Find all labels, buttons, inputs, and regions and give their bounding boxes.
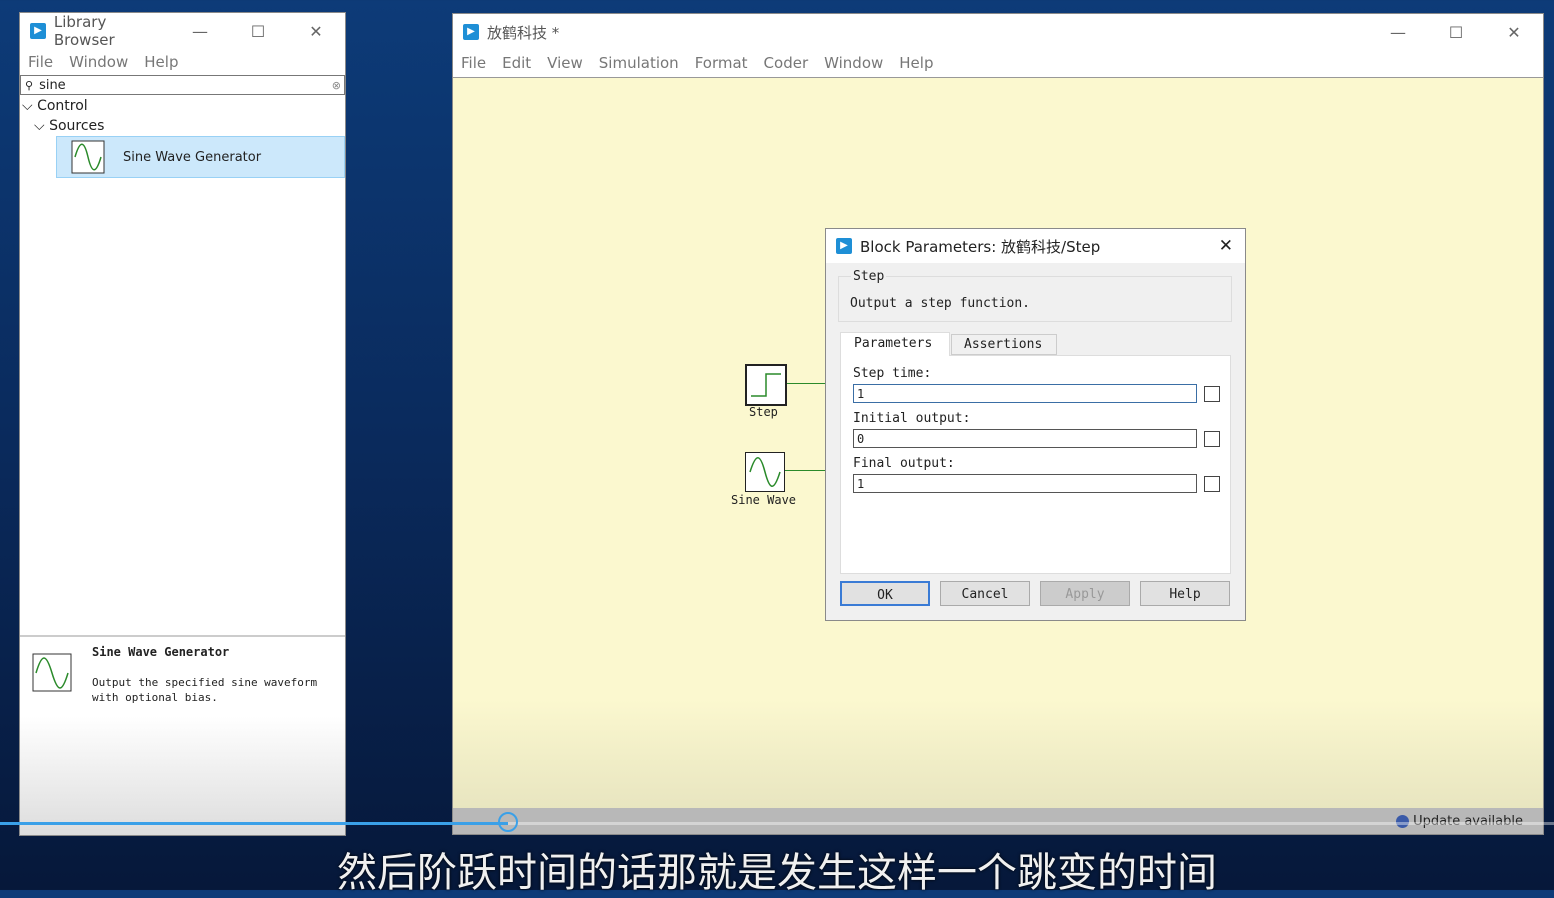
menu-window[interactable]: Window xyxy=(69,53,128,71)
apply-button[interactable]: Apply xyxy=(1040,581,1130,606)
tree-control[interactable]: ⌵ Control xyxy=(20,95,345,114)
step-time-label: Step time: xyxy=(853,366,932,381)
initial-output-checkbox[interactable] xyxy=(1204,431,1220,447)
parameters-panel: Step time: 1 Initial output: 0 Final out… xyxy=(840,355,1231,574)
final-output-label: Final output: xyxy=(853,456,955,471)
step-label: Step xyxy=(749,405,778,419)
step-icon xyxy=(751,373,781,397)
menu-simulation[interactable]: Simulation xyxy=(599,54,679,72)
step-signal-line xyxy=(787,383,827,384)
library-title: Library Browser xyxy=(53,13,115,49)
tab-assertions[interactable]: Assertions xyxy=(951,334,1057,355)
block-description: Output a step function. xyxy=(850,296,1031,311)
library-title-bar: ▶ Library Browser — ☐ ✕ xyxy=(20,13,345,49)
simulink-logo-icon: ▶ xyxy=(836,238,852,254)
menu-edit[interactable]: Edit xyxy=(502,54,531,72)
ok-button[interactable]: OK xyxy=(840,581,930,606)
search-input[interactable]: ⚲ sine ⊗ xyxy=(20,75,345,95)
minimize-icon[interactable]: — xyxy=(1369,23,1427,42)
final-output-checkbox[interactable] xyxy=(1204,476,1220,492)
model-title: 放鹤科技 * xyxy=(487,23,560,42)
help-button[interactable]: Help xyxy=(1140,581,1230,606)
clear-icon[interactable]: ⊗ xyxy=(332,79,341,92)
minimize-icon[interactable]: — xyxy=(171,22,229,41)
library-menu: File Window Help xyxy=(20,49,345,75)
menu-coder[interactable]: Coder xyxy=(764,54,809,72)
close-icon[interactable]: ✕ xyxy=(287,22,345,41)
description-title: Sine Wave Generator xyxy=(92,645,230,659)
cancel-button[interactable]: Cancel xyxy=(940,581,1030,606)
subtitle: 然后阶跃时间的话那就是发生这样一个跳变的时间 xyxy=(337,850,1217,896)
description-pane: Sine Wave Generator Output the specified… xyxy=(20,635,345,835)
initial-output-input[interactable]: 0 xyxy=(853,429,1197,448)
tree-sources-label: Sources xyxy=(49,118,105,134)
maximize-icon[interactable]: ☐ xyxy=(1427,23,1485,42)
dialog-close-icon[interactable]: ✕ xyxy=(1219,236,1233,256)
initial-output-label: Initial output: xyxy=(853,411,971,426)
dialog-title: Block Parameters: 放鹤科技/Step xyxy=(860,237,1101,256)
model-title-bar: ▶ 放鹤科技 * — ☐ ✕ xyxy=(453,14,1543,50)
group-label: Step xyxy=(851,269,887,284)
close-icon[interactable]: ✕ xyxy=(1485,23,1543,42)
tree-item-label: Sine Wave Generator xyxy=(123,149,262,165)
info-icon xyxy=(1396,814,1410,828)
menu-help[interactable]: Help xyxy=(144,53,178,71)
sine-wave-preview-icon xyxy=(32,653,72,692)
step-time-input[interactable]: 1 xyxy=(853,384,1197,403)
sine-icon xyxy=(749,457,781,487)
menu-window[interactable]: Window xyxy=(824,54,883,72)
status-bar: Update available xyxy=(453,808,1543,834)
simulink-logo-icon: ▶ xyxy=(30,23,46,39)
simulink-logo-icon: ▶ xyxy=(463,24,479,40)
description-text: Output the specified sine waveform with … xyxy=(92,676,318,704)
library-browser-window: ▶ Library Browser — ☐ ✕ File Window Help ⚲ sin… xyxy=(19,12,346,836)
description-group: Step Output a step function. xyxy=(838,269,1232,322)
block-parameters-dialog: ▶ Block Parameters: 放鹤科技/Step ✕ Step Outp… xyxy=(825,228,1246,621)
tree-control-label: Control xyxy=(37,98,88,114)
menu-file[interactable]: File xyxy=(28,53,53,71)
dialog-title-bar: ▶ Block Parameters: 放鹤科技/Step ✕ xyxy=(826,229,1245,263)
search-icon: ⚲ xyxy=(25,78,34,92)
sine-wave-label: Sine Wave xyxy=(731,493,797,507)
step-time-checkbox[interactable] xyxy=(1204,386,1220,402)
sine-wave-block[interactable] xyxy=(745,452,785,492)
tree-sources[interactable]: ⌵ Sources xyxy=(20,114,345,134)
tab-parameters[interactable]: Parameters xyxy=(840,332,950,356)
search-value: sine xyxy=(39,77,66,93)
model-menu: File Edit View Simulation Format Coder Window H… xyxy=(453,50,1543,76)
menu-file[interactable]: File xyxy=(461,54,486,72)
final-output-input[interactable]: 1 xyxy=(853,474,1197,493)
sine-wave-block-icon xyxy=(71,140,105,174)
sine-signal-line xyxy=(785,470,827,471)
update-available-link[interactable]: Update available xyxy=(1413,814,1523,829)
menu-view[interactable]: View xyxy=(547,54,583,72)
video-progress-fill xyxy=(0,822,509,825)
step-block[interactable] xyxy=(745,364,787,406)
menu-help[interactable]: Help xyxy=(899,54,933,72)
maximize-icon[interactable]: ☐ xyxy=(229,22,287,41)
tree-item-sine-wave-generator[interactable]: Sine Wave Generator xyxy=(56,136,345,178)
menu-format[interactable]: Format xyxy=(695,54,748,72)
